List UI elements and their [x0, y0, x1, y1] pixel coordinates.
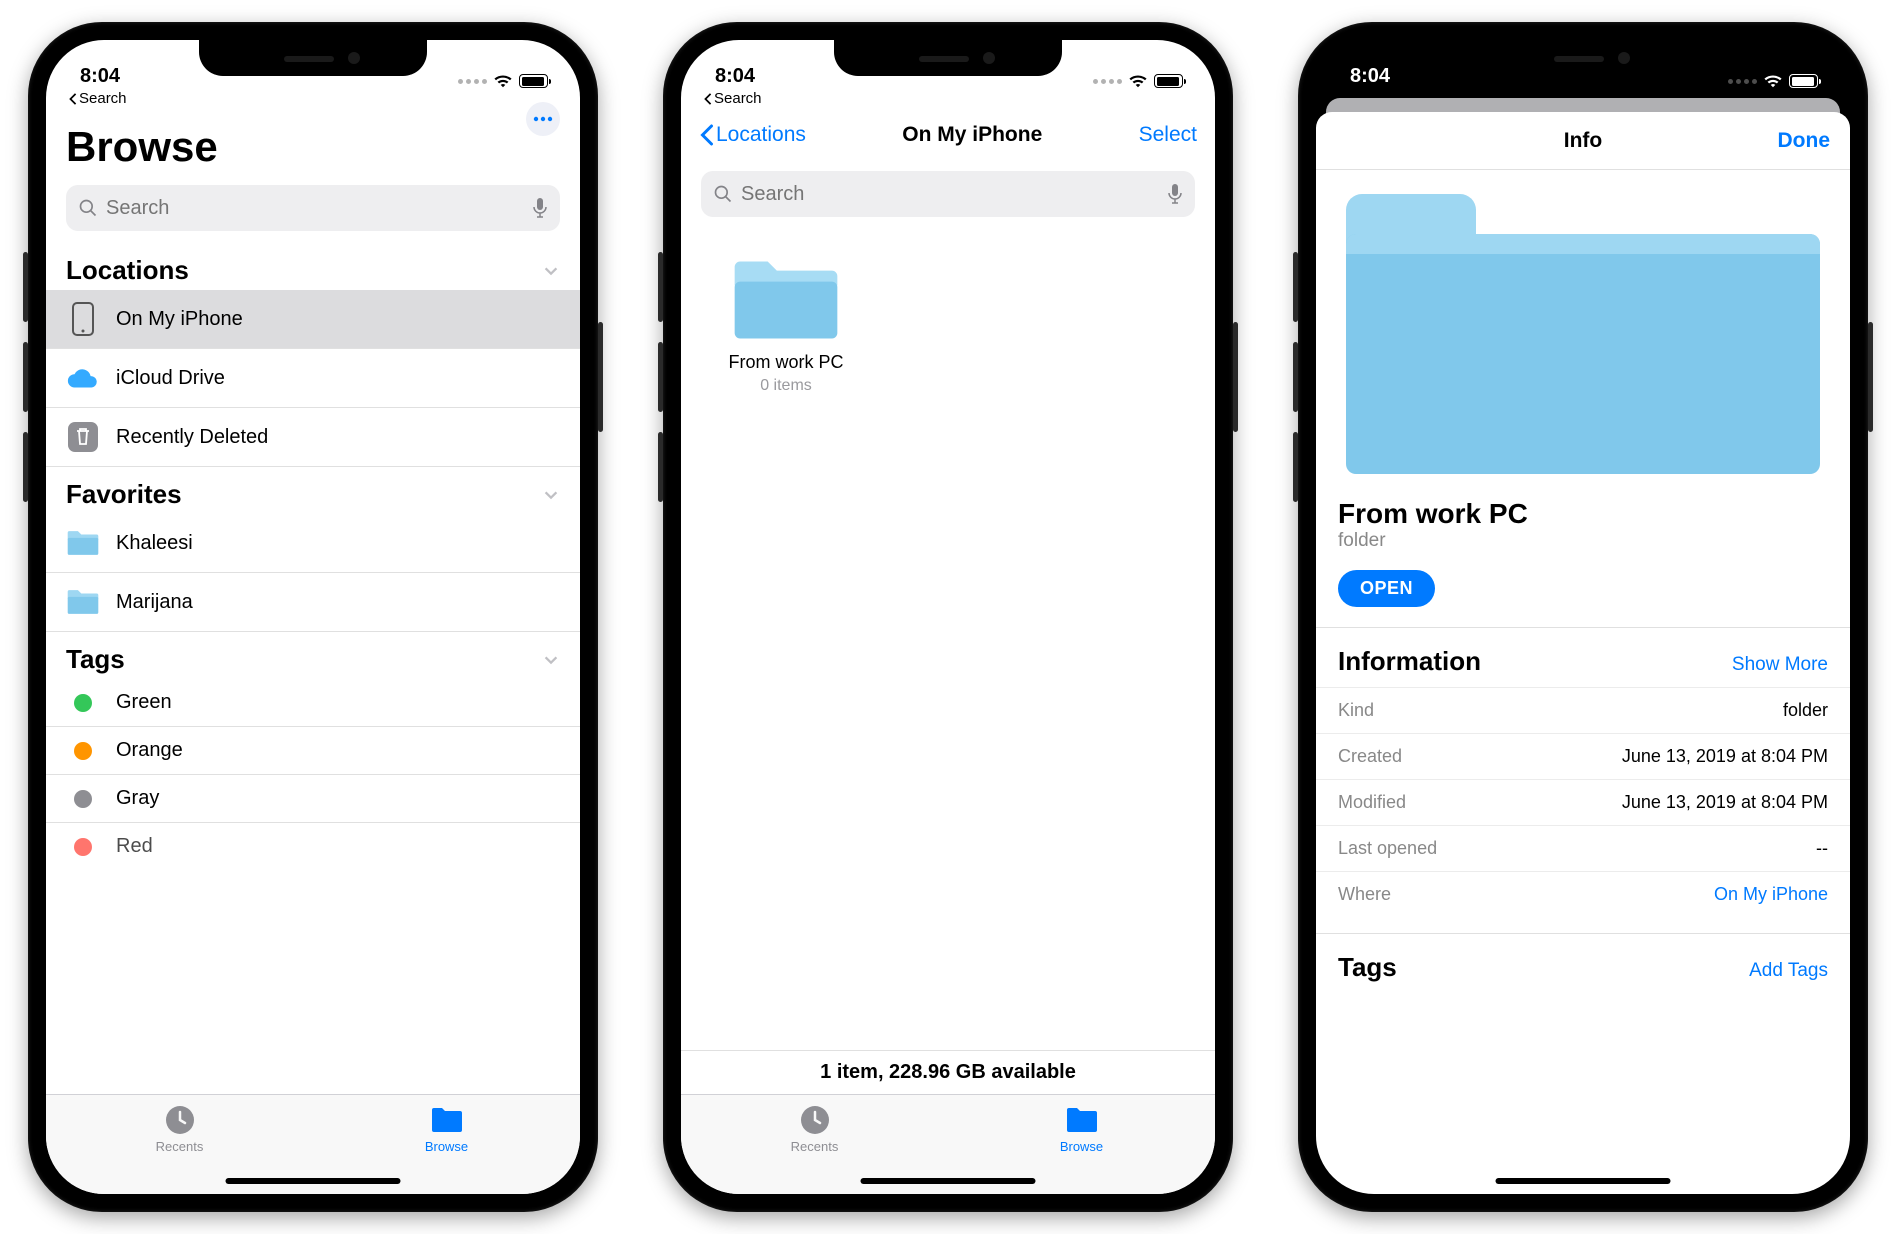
status-time: 8:04: [80, 65, 120, 88]
folder-name: From work PC: [728, 352, 843, 373]
info-row-created: CreatedJune 13, 2019 at 8:04 PM: [1316, 733, 1850, 779]
search-bar[interactable]: [701, 171, 1195, 217]
ellipsis-icon: [533, 116, 553, 122]
back-to-app-button[interactable]: Search: [46, 90, 580, 107]
trash-icon: [66, 420, 100, 454]
nav-title: On My iPhone: [902, 123, 1042, 147]
battery-icon: [519, 74, 548, 88]
search-icon: [78, 198, 98, 218]
sheet-title: Info: [1564, 129, 1602, 153]
search-input[interactable]: [741, 183, 1159, 206]
search-input[interactable]: [106, 197, 524, 220]
home-indicator: [861, 1178, 1036, 1184]
iphone-icon: [66, 302, 100, 336]
tags-header[interactable]: Tags: [46, 632, 580, 679]
search-icon: [713, 184, 733, 204]
tag-dot-icon: [74, 742, 92, 760]
item-kind-label: folder: [1316, 530, 1850, 566]
mic-icon[interactable]: [1167, 183, 1183, 205]
where-link[interactable]: On My iPhone: [1714, 884, 1828, 905]
wifi-icon: [1128, 74, 1148, 88]
location-icloud-drive[interactable]: iCloud Drive: [46, 349, 580, 408]
information-header: Information: [1338, 646, 1481, 677]
notch: [199, 40, 427, 76]
locations-header[interactable]: Locations: [46, 243, 580, 290]
page-title: Browse: [46, 107, 580, 177]
location-on-my-iphone[interactable]: On My iPhone: [46, 290, 580, 349]
info-row-last-opened: Last opened--: [1316, 825, 1850, 871]
wifi-icon: [1763, 74, 1783, 88]
favorite-folder[interactable]: Marijana: [46, 573, 580, 632]
folder-icon: [66, 585, 100, 619]
location-recently-deleted[interactable]: Recently Deleted: [46, 408, 580, 467]
tag-row[interactable]: Gray: [46, 775, 580, 823]
favorite-folder[interactable]: Khaleesi: [46, 514, 580, 573]
mic-icon[interactable]: [532, 197, 548, 219]
chevron-down-icon: [542, 486, 560, 504]
battery-icon: [1789, 74, 1818, 88]
add-tags-link[interactable]: Add Tags: [1749, 960, 1828, 982]
cellular-signal-icon: [1728, 79, 1757, 84]
chevron-left-icon: [699, 124, 714, 146]
back-to-app-button[interactable]: Search: [681, 90, 1215, 107]
notch: [834, 40, 1062, 76]
search-bar[interactable]: [66, 185, 560, 231]
folder-icon: [1065, 1103, 1099, 1137]
info-row-modified: ModifiedJune 13, 2019 at 8:04 PM: [1316, 779, 1850, 825]
clock-icon: [163, 1103, 197, 1137]
select-button[interactable]: Select: [1139, 123, 1197, 147]
nav-back-button[interactable]: Locations: [699, 123, 806, 147]
folder-item[interactable]: From work PC 0 items: [711, 257, 861, 395]
status-time: 8:04: [1350, 65, 1390, 88]
cellular-signal-icon: [1093, 79, 1122, 84]
item-name: From work PC: [1316, 484, 1850, 530]
tag-dot-icon: [74, 838, 92, 856]
tag-dot-icon: [74, 694, 92, 712]
favorites-list: Khaleesi Marijana: [46, 514, 580, 632]
cloud-icon: [66, 361, 100, 395]
folder-preview: [1316, 170, 1850, 484]
folder-icon: [66, 526, 100, 560]
phone-frame-folder: 8:04 Search Locations On My iPhone Selec…: [663, 22, 1233, 1212]
show-more-link[interactable]: Show More: [1732, 654, 1828, 676]
tag-row[interactable]: Orange: [46, 727, 580, 775]
chevron-left-icon: [703, 93, 713, 105]
clock-icon: [798, 1103, 832, 1137]
cellular-signal-icon: [458, 79, 487, 84]
info-row-where: WhereOn My iPhone: [1316, 871, 1850, 917]
status-time: 8:04: [715, 65, 755, 88]
folder-icon-large: [1346, 194, 1820, 474]
phone-frame-info: 8:04 Info Done From work PC folder OPEN: [1298, 22, 1868, 1212]
chevron-down-icon: [542, 651, 560, 669]
tags-section-header: Tags: [1338, 952, 1397, 983]
locations-list: On My iPhone iCloud Drive Recently Delet…: [46, 290, 580, 467]
info-row-kind: Kindfolder: [1316, 687, 1850, 733]
wifi-icon: [493, 74, 513, 88]
tags-list: Green Orange Gray Red: [46, 679, 580, 870]
folder-icon: [731, 257, 841, 348]
chevron-down-icon: [542, 262, 560, 280]
sheet-nav: Info Done: [1316, 112, 1850, 170]
tag-row[interactable]: Red: [46, 823, 580, 870]
info-sheet: Info Done From work PC folder OPEN Infor…: [1316, 112, 1850, 1194]
open-button[interactable]: OPEN: [1338, 570, 1435, 607]
folder-subtitle: 0 items: [760, 377, 812, 395]
notch: [1469, 40, 1697, 76]
battery-icon: [1154, 74, 1183, 88]
folder-icon: [430, 1103, 464, 1137]
chevron-left-icon: [68, 93, 78, 105]
nav-bar: Locations On My iPhone Select: [681, 107, 1215, 163]
favorites-header[interactable]: Favorites: [46, 467, 580, 514]
tag-row[interactable]: Green: [46, 679, 580, 727]
home-indicator: [1496, 1178, 1671, 1184]
done-button[interactable]: Done: [1778, 129, 1831, 153]
phone-frame-browse: 8:04 Search Browse Locations: [28, 22, 598, 1212]
home-indicator: [226, 1178, 401, 1184]
storage-status: 1 item, 228.96 GB available: [681, 1050, 1215, 1094]
file-grid: From work PC 0 items: [681, 229, 1215, 1050]
tag-dot-icon: [74, 790, 92, 808]
